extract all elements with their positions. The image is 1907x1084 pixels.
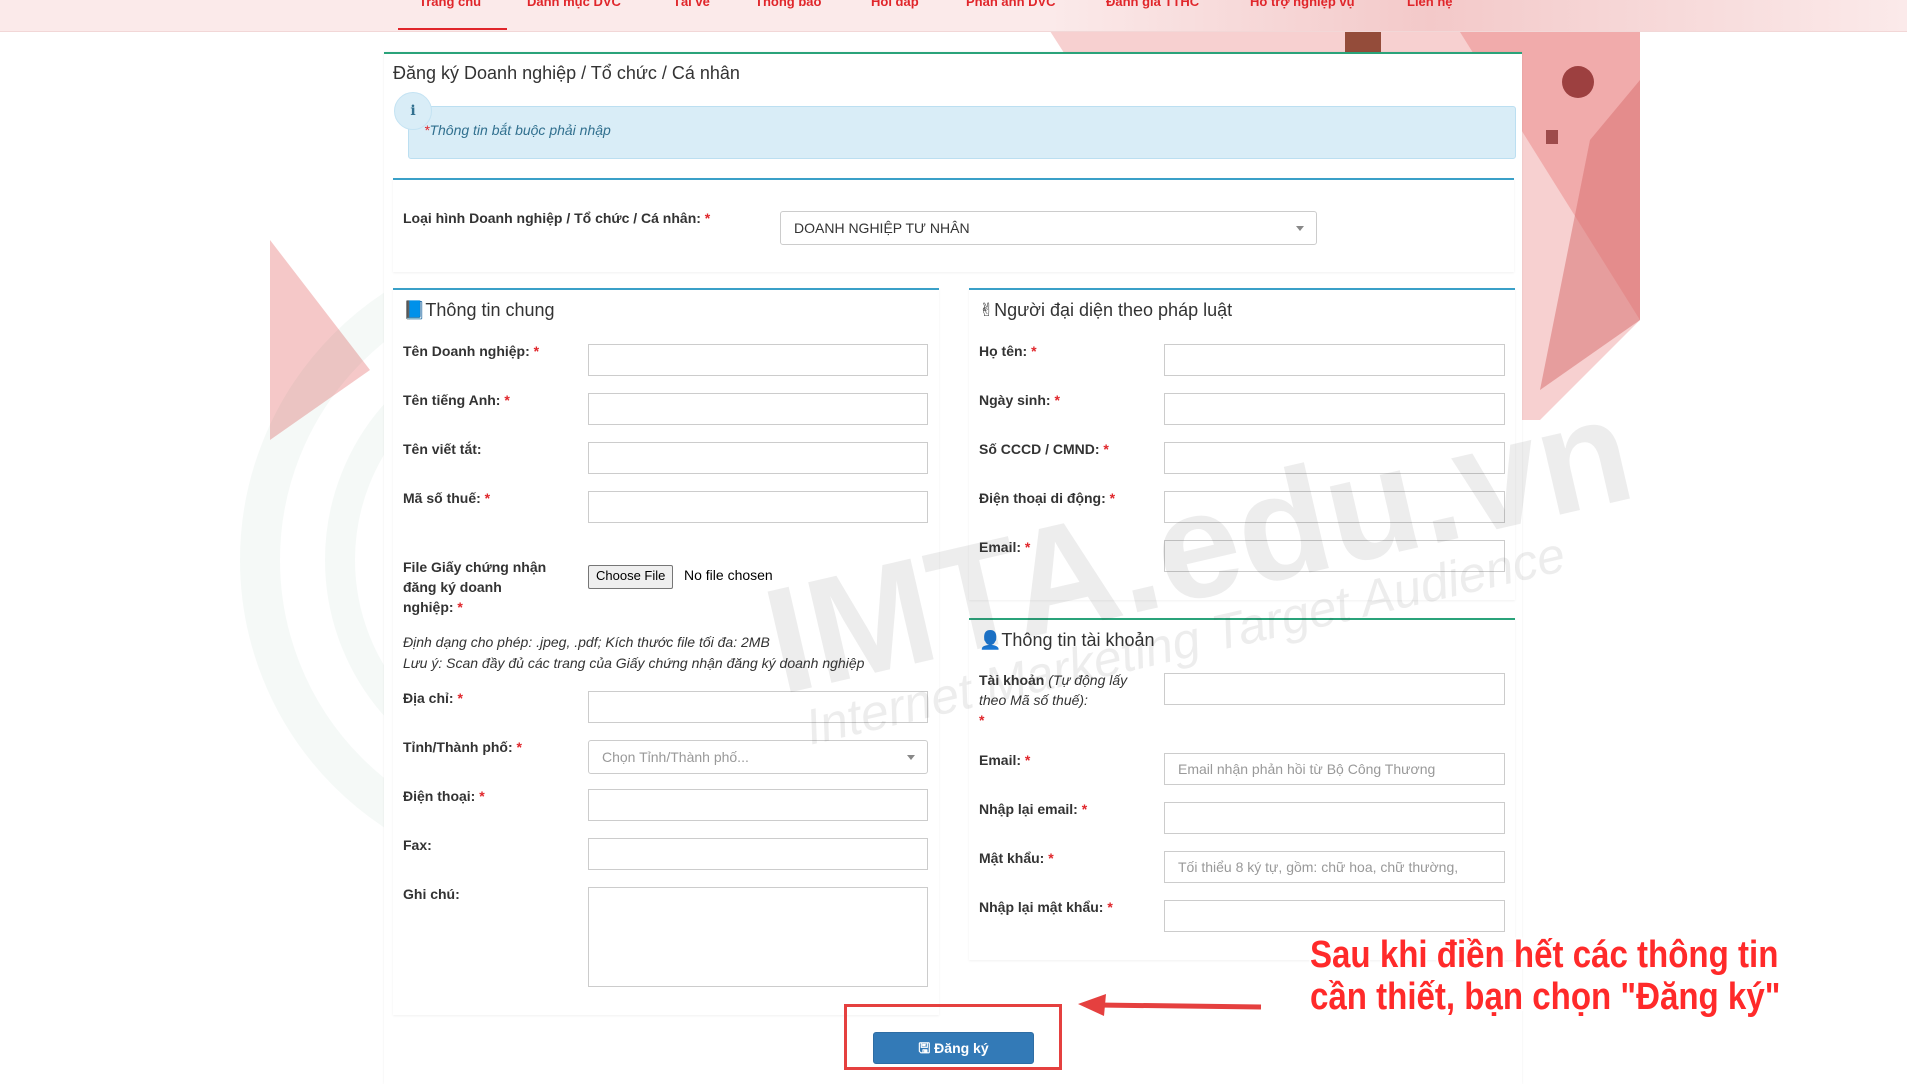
password-confirm-input[interactable] (1164, 900, 1505, 932)
nav-active-indicator (398, 28, 507, 30)
choose-file-button[interactable]: Choose File (588, 565, 674, 589)
address-label: Địa chỉ: * (403, 690, 463, 706)
nav-item-announcements[interactable]: Thông báo (755, 0, 821, 9)
type-label: Loại hình Doanh nghiệp / Tổ chức / Cá nh… (403, 210, 711, 226)
type-select[interactable]: DOANH NGHIỆP TƯ NHÂN (780, 211, 1317, 245)
business-license-label: File Giấy chứng nhận đăng ký doanh nghiệ… (403, 559, 547, 615)
phone-label: Điện thoại: * (403, 788, 485, 804)
nav-item-support[interactable]: Hỗ trợ nghiệp vụ (1250, 0, 1355, 9)
notes-textarea[interactable] (588, 887, 928, 987)
info-alert-text: *Thông tin bắt buộc phải nhập (424, 122, 611, 138)
english-name-label: Tên tiếng Anh: * (403, 392, 510, 408)
company-name-input[interactable] (588, 344, 928, 376)
book-icon: 📘 (403, 300, 426, 320)
chevron-down-icon (1296, 226, 1304, 231)
account-email-label: Email: * (979, 752, 1031, 768)
nav-item-service-list[interactable]: Danh mục DVC (527, 0, 621, 9)
nav-item-home[interactable]: Trang chủ (419, 0, 481, 9)
short-name-input[interactable] (588, 442, 928, 474)
notes-label: Ghi chú: (403, 886, 460, 902)
password-confirm-label: Nhập lại mật khẩu: * (979, 899, 1113, 915)
top-navigation (0, 0, 1907, 32)
fax-input[interactable] (588, 838, 928, 870)
nav-item-contact[interactable]: Liên hệ (1407, 0, 1453, 9)
hand-icon: ✌ (979, 300, 995, 320)
nav-item-downloads[interactable]: Tải về (673, 0, 710, 9)
general-info-title: 📘Thông tin chung (403, 300, 555, 320)
tax-code-input[interactable] (588, 491, 928, 523)
password-input[interactable]: Tối thiểu 8 ký tự, gồm: chữ hoa, chữ thư… (1164, 851, 1505, 883)
instruction-callout: Sau khi điền hết các thông tin cần thiết… (1310, 934, 1781, 1018)
email-confirm-label: Nhập lại email: * (979, 801, 1088, 817)
file-format-note: Định dạng cho phép: .jpeg, .pdf; Kích th… (403, 634, 770, 650)
full-name-input[interactable] (1164, 344, 1505, 376)
nav-item-rating[interactable]: Đánh giá TTHC (1106, 0, 1199, 9)
province-select[interactable]: Chọn Tỉnh/Thành phố... (588, 740, 928, 774)
account-email-input[interactable]: Email nhận phản hồi từ Bộ Công Thương (1164, 753, 1505, 785)
short-name-label: Tên viết tắt: (403, 441, 482, 457)
nav-item-feedback[interactable]: Phản ánh DVC (966, 0, 1056, 9)
nav-item-faq[interactable]: Hỏi đáp (871, 0, 919, 9)
chevron-down-icon (907, 755, 915, 760)
company-name-label: Tên Doanh nghiệp: * (403, 343, 540, 359)
username-input[interactable] (1164, 673, 1505, 705)
email-confirm-input[interactable] (1164, 802, 1505, 834)
register-button[interactable]: 🖫 Đăng ký (873, 1032, 1034, 1064)
english-name-input[interactable] (588, 393, 928, 425)
fax-label: Fax: (403, 837, 432, 853)
tax-code-label: Mã số thuế: * (403, 490, 491, 506)
representative-title: ✌Người đại diện theo pháp luật (979, 300, 1233, 320)
phone-input[interactable] (588, 789, 928, 821)
arrow-pointer-icon (1078, 994, 1262, 1016)
save-icon: 🖫 (918, 1040, 931, 1056)
page-title: Đăng ký Doanh nghiệp / Tổ chức / Cá nhân (393, 63, 740, 83)
id-number-label: Số CCCD / CMND: * (979, 441, 1109, 457)
password-label: Mật khẩu: * (979, 850, 1054, 866)
province-label: Tỉnh/Thành phố: * (403, 739, 522, 755)
full-name-label: Họ tên: * (979, 343, 1037, 359)
birth-date-label: Ngày sinh: * (979, 392, 1060, 408)
